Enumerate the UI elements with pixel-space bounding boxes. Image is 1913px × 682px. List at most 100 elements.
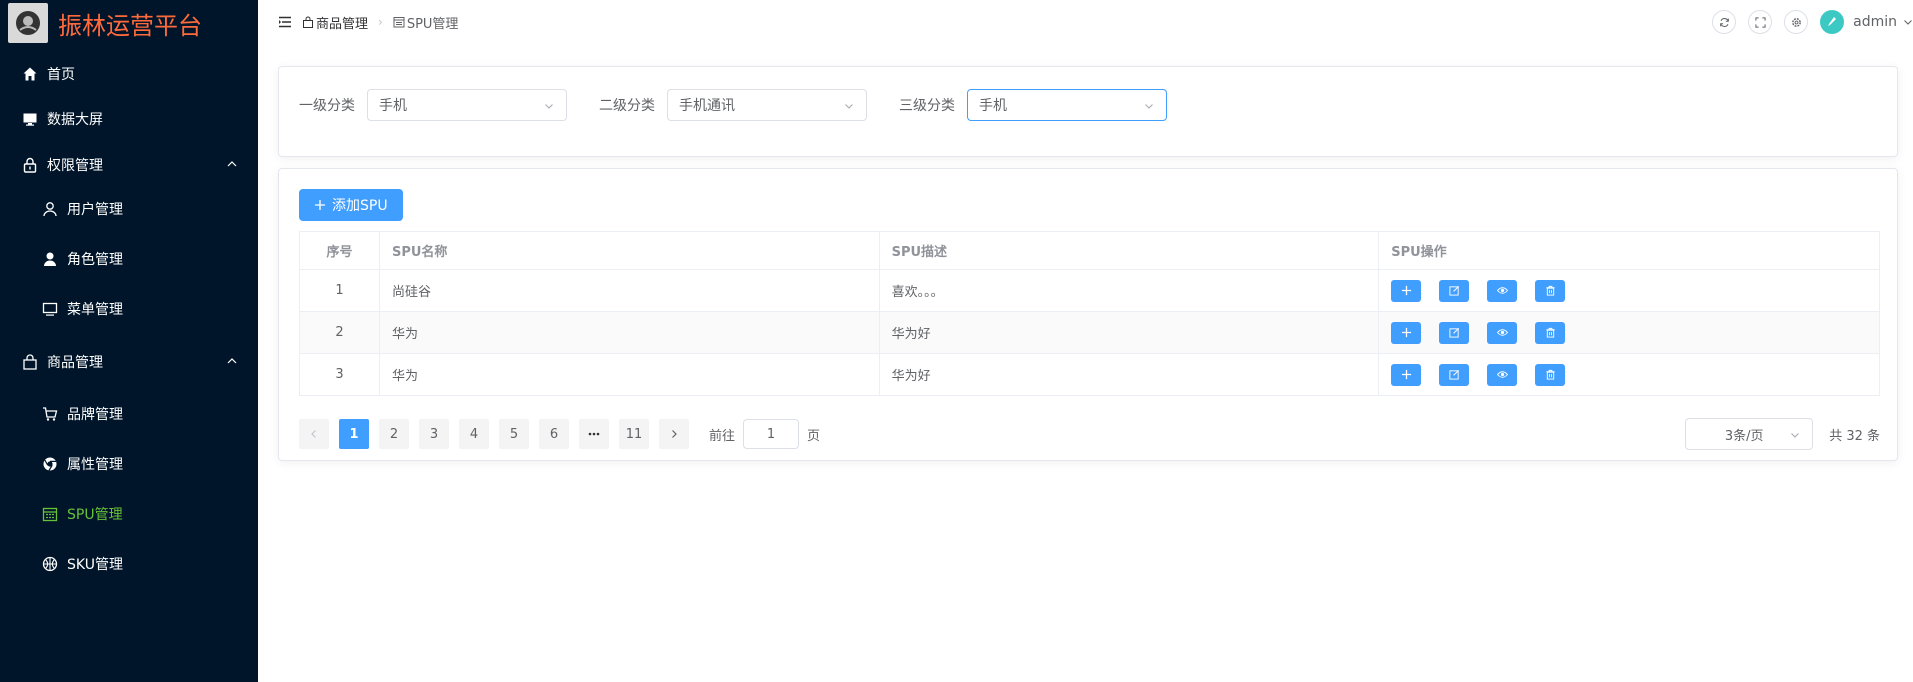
delete-spu-button[interactable] (1535, 279, 1566, 302)
filter-label: 一级分类 (299, 98, 355, 114)
page-button[interactable]: 1 (339, 419, 369, 449)
shopping-bag-icon (303, 16, 313, 28)
chevron-down-icon[interactable] (1903, 17, 1913, 27)
sidebar-item-label: 数据大屏 (47, 112, 103, 128)
sidebar-item-brands[interactable]: 品牌管理 (0, 394, 258, 434)
add-spu-label: 添加SPU (332, 198, 388, 214)
calendar-icon (42, 506, 58, 522)
sidebar-item-users[interactable]: 用户管理 (0, 189, 258, 229)
avatar-icon (1828, 17, 1837, 26)
page-button[interactable]: 4 (459, 419, 489, 449)
sidebar-item-products[interactable]: 商品管理 (0, 342, 258, 382)
delete-spu-button[interactable] (1535, 321, 1566, 344)
sidebar-item-attributes[interactable]: 属性管理 (0, 444, 258, 484)
category-filter-form: 一级分类 手机 二级分类 手机通讯 三级分类 手机 (299, 89, 1199, 121)
select-value: 手机通讯 (679, 98, 735, 114)
plus-icon (1401, 285, 1411, 296)
fullscreen-button[interactable] (1748, 10, 1773, 34)
sidebar-item-sku[interactable]: SKU管理 (0, 544, 258, 584)
page-button[interactable]: 3 (419, 419, 449, 449)
avatar[interactable] (1820, 10, 1845, 34)
monitor-icon (42, 301, 58, 317)
category3-select[interactable]: 手机 (967, 89, 1167, 121)
add-sku-button[interactable] (1391, 279, 1422, 302)
view-sku-button[interactable] (1487, 363, 1518, 386)
column-header: SPU描述 (878, 231, 1380, 270)
eye-icon (1496, 329, 1508, 336)
username-dropdown[interactable]: admin (1853, 14, 1897, 30)
app-title: 振林运营平台 (58, 11, 202, 40)
add-spu-button[interactable]: 添加SPU (299, 189, 403, 221)
sidebar: 振林运营平台 首页 数据大屏 权限管理 用户管理 角色管理 菜单管理 商品管理 … (0, 0, 258, 682)
calendar-icon (393, 17, 405, 28)
spu-desc: 华为好 (878, 311, 1380, 354)
chevron-down-icon (1145, 104, 1153, 109)
chevron-up-icon (227, 161, 237, 167)
add-sku-button[interactable] (1391, 321, 1422, 344)
monitor-icon (22, 111, 38, 127)
sidebar-item-permission[interactable]: 权限管理 (0, 145, 258, 185)
category1-select[interactable]: 手机 (367, 89, 567, 121)
refresh-button[interactable] (1712, 10, 1737, 34)
settings-button[interactable] (1784, 10, 1809, 34)
more-pages-icon[interactable] (579, 419, 609, 449)
chevron-right-icon: › (378, 15, 383, 29)
sidebar-item-label: SKU管理 (67, 557, 123, 573)
menu-fold-icon[interactable] (278, 15, 292, 29)
spu-name: 尚硅谷 (378, 269, 880, 312)
plus-icon (315, 200, 325, 210)
edit-spu-button[interactable] (1439, 363, 1470, 386)
page-button[interactable]: 2 (379, 419, 409, 449)
filter-label: 三级分类 (899, 98, 955, 114)
edit-spu-button[interactable] (1439, 279, 1470, 302)
page-button[interactable]: 5 (499, 419, 529, 449)
filter-level2: 二级分类 手机通讯 (599, 89, 867, 121)
page-button[interactable]: 11 (619, 419, 649, 449)
page-button[interactable]: 6 (539, 419, 569, 449)
category2-select[interactable]: 手机通讯 (667, 89, 867, 121)
row-index: 3 (299, 353, 380, 396)
breadcrumb-item-products[interactable]: 商品管理 (302, 13, 368, 32)
sidebar-item-menus[interactable]: 菜单管理 (0, 289, 258, 329)
category-filter-card: 一级分类 手机 二级分类 手机通讯 三级分类 手机 (278, 66, 1898, 157)
chevron-down-icon (545, 104, 553, 109)
next-page-button[interactable] (659, 419, 689, 449)
filter-label: 二级分类 (599, 98, 655, 114)
add-sku-button[interactable] (1391, 363, 1422, 386)
trash-icon (1546, 369, 1555, 380)
breadcrumb-label: 商品管理 (316, 16, 369, 32)
sidebar-item-label: 权限管理 (47, 158, 103, 174)
sidebar-item-home[interactable]: 首页 (0, 54, 258, 94)
spu-table: 序号 SPU名称 SPU描述 SPU操作 1 尚硅谷 喜欢。。。 2 华为 华为… (299, 231, 1880, 396)
row-index: 1 (299, 269, 380, 312)
page-jumper: 前往 1 页 (709, 419, 820, 449)
view-sku-button[interactable] (1487, 279, 1518, 302)
breadcrumb: 商品管理 › SPU管理 (302, 13, 458, 32)
table-row: 1 尚硅谷 喜欢。。。 (299, 269, 1880, 312)
spu-list-card: 添加SPU 序号 SPU名称 SPU描述 SPU操作 1 尚硅谷 喜欢。。。 2… (278, 168, 1898, 461)
sidebar-item-spu[interactable]: SPU管理 (0, 494, 258, 534)
jump-page-input[interactable]: 1 (743, 419, 800, 449)
prev-page-button[interactable] (299, 419, 329, 449)
column-header: 序号 (299, 231, 380, 270)
delete-spu-button[interactable] (1535, 363, 1566, 386)
header-tools: admin (1712, 0, 1913, 44)
edit-spu-button[interactable] (1439, 321, 1470, 344)
sidebar-item-label: 商品管理 (47, 355, 103, 371)
select-value: 手机 (379, 98, 407, 114)
view-sku-button[interactable] (1487, 321, 1518, 344)
spu-name: 华为 (378, 311, 880, 354)
page-size-select[interactable]: 3条/页 (1685, 418, 1814, 450)
sidebar-item-label: 品牌管理 (67, 407, 123, 423)
refresh-icon (1719, 17, 1729, 27)
sidebar-item-roles[interactable]: 角色管理 (0, 239, 258, 279)
chevron-up-icon (227, 358, 237, 364)
sidebar-item-data-screen[interactable]: 数据大屏 (0, 99, 258, 139)
jump-suffix: 页 (807, 428, 821, 444)
trash-icon (1546, 285, 1555, 296)
edit-icon (1449, 370, 1459, 380)
chevron-down-icon (1791, 433, 1800, 438)
row-index: 2 (299, 311, 380, 354)
sidebar-item-label: 属性管理 (67, 457, 123, 473)
sidebar-item-label: SPU管理 (67, 507, 123, 523)
